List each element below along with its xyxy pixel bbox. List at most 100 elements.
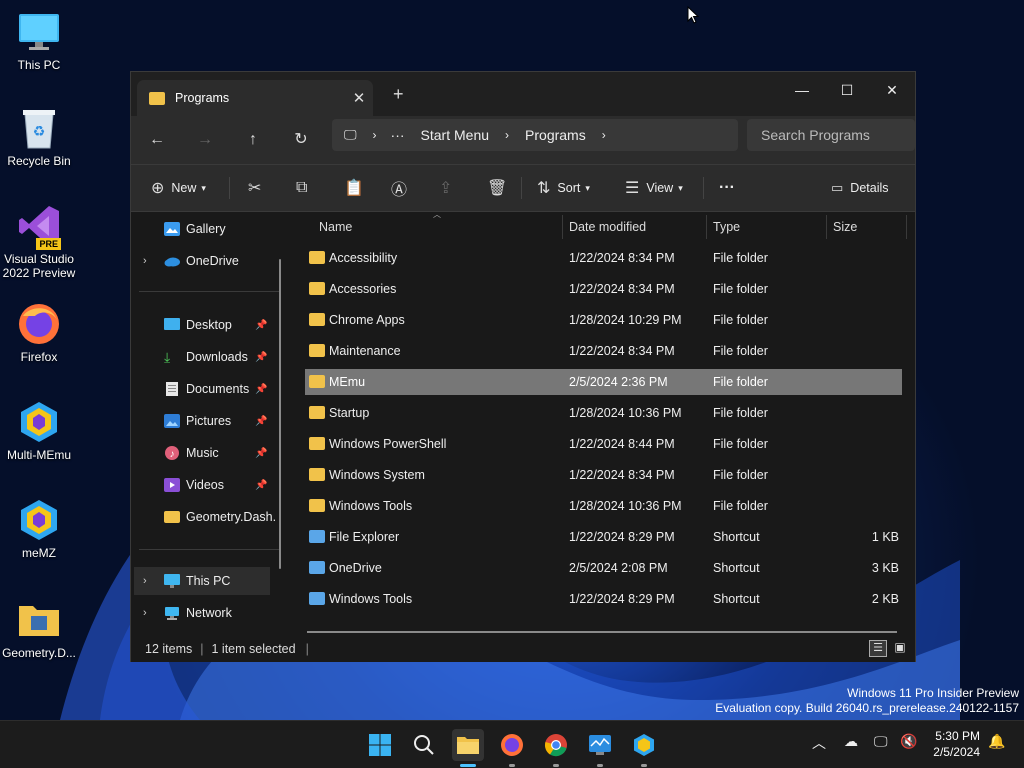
file-row[interactable]: Windows Tools 1/22/2024 8:29 PM Shortcut 2 …: [305, 586, 902, 612]
desktop-icon-geometry-dash[interactable]: Geometry.D...: [0, 598, 78, 660]
desktop-icon-firefox[interactable]: Firefox: [0, 302, 78, 364]
column-header-type[interactable]: Type: [707, 215, 827, 239]
running-indicator: [553, 764, 559, 767]
details-view-icon[interactable]: ☰: [869, 640, 887, 657]
desktop-icon-label: Firefox: [20, 350, 58, 364]
chevron-right-icon[interactable]: ›: [505, 128, 509, 142]
nav-item-this-pc[interactable]: › This PC: [134, 567, 270, 595]
file-row[interactable]: File Explorer 1/22/2024 8:29 PM Shortcut 1 …: [305, 524, 902, 550]
folder-icon: [309, 437, 325, 450]
onedrive-offline-icon[interactable]: ☁: [844, 733, 858, 750]
chevron-right-icon[interactable]: ›: [143, 255, 147, 267]
notification-bell-icon[interactable]: 🔔: [988, 733, 1005, 750]
desktop-icon-this-pc[interactable]: This PC: [0, 10, 78, 72]
file-row[interactable]: Windows Tools 1/28/2024 10:36 PM File fold…: [305, 493, 902, 519]
file-row[interactable]: OneDrive 2/5/2024 2:08 PM Shortcut 3 KB: [305, 555, 902, 581]
file-row[interactable]: Maintenance 1/22/2024 8:34 PM File folder: [305, 338, 902, 364]
nav-item-network[interactable]: › Network: [131, 599, 281, 627]
nav-label: Documents: [186, 382, 250, 396]
visual-studio-icon: PRE: [17, 204, 61, 250]
taskbar: ︿ ☁ 🖵 🔇 5:30 PM 2/5/2024 🔔: [0, 720, 1024, 768]
back-arrow-icon[interactable]: ←: [143, 126, 171, 154]
close-button[interactable]: ✕: [869, 76, 915, 104]
paste-button[interactable]: 📋: [344, 165, 371, 211]
column-header-name[interactable]: Name: [313, 215, 563, 239]
network-icon[interactable]: 🖵: [874, 733, 888, 750]
chevron-right-icon[interactable]: ›: [602, 128, 606, 142]
breadcrumb-start-menu[interactable]: Start Menu: [421, 127, 489, 143]
chevron-right-icon[interactable]: ›: [143, 607, 147, 619]
column-header-size[interactable]: Size: [827, 215, 907, 239]
breadcrumb-overflow[interactable]: ···: [391, 127, 405, 143]
view-button[interactable]: ☰ View ▾: [625, 165, 683, 211]
details-pane-button[interactable]: ▭ Details: [831, 165, 889, 211]
nav-item-videos[interactable]: Videos 📌: [131, 471, 281, 499]
pin-icon[interactable]: 📌: [255, 448, 267, 459]
start-button[interactable]: [364, 729, 396, 761]
view-list-icon: ☰: [625, 180, 640, 197]
nav-item-documents[interactable]: Documents 📌: [131, 375, 281, 403]
share-button[interactable]: ⇪: [439, 165, 459, 211]
file-row[interactable]: Windows System 1/22/2024 8:34 PM File fold…: [305, 462, 902, 488]
pin-icon[interactable]: 📌: [255, 384, 267, 395]
pin-icon[interactable]: 📌: [255, 480, 267, 491]
chrome-taskbar-button[interactable]: [540, 729, 572, 767]
cut-button[interactable]: ✂: [248, 165, 268, 211]
breadcrumb-programs[interactable]: Programs: [525, 127, 586, 143]
file-list-scrollbar[interactable]: [307, 631, 897, 633]
desktop-icon-memz[interactable]: meMZ: [0, 498, 78, 560]
volume-muted-icon[interactable]: 🔇: [900, 733, 917, 750]
sort-button[interactable]: ⇅ Sort ▾: [537, 165, 590, 211]
file-row[interactable]: Startup 1/28/2024 10:36 PM File folder: [305, 400, 902, 426]
desktop-icon-visual-studio[interactable]: PRE Visual Studio 2022 Preview: [0, 204, 78, 280]
file-row[interactable]: Windows PowerShell 1/22/2024 8:44 PM File …: [305, 431, 902, 457]
file-row[interactable]: MEmu 2/5/2024 2:36 PM File folder: [305, 369, 902, 395]
pin-icon[interactable]: 📌: [255, 320, 267, 331]
close-tab-icon[interactable]: ✕: [345, 89, 373, 107]
tiles-view-icon[interactable]: ▣: [891, 640, 909, 657]
monitor-app-taskbar-button[interactable]: [584, 729, 616, 767]
refresh-icon[interactable]: ↻: [287, 126, 315, 154]
nav-item-music[interactable]: ♪ Music 📌: [131, 439, 281, 467]
pin-icon[interactable]: 📌: [255, 352, 267, 363]
chevron-right-icon[interactable]: ›: [143, 575, 147, 587]
nav-item-onedrive[interactable]: › OneDrive: [131, 247, 281, 275]
firefox-taskbar-button[interactable]: [496, 729, 528, 767]
nav-item-gallery[interactable]: Gallery: [131, 215, 281, 243]
pin-icon[interactable]: 📌: [255, 416, 267, 427]
rename-button[interactable]: Ⓐ: [391, 165, 414, 211]
maximize-button[interactable]: ☐: [824, 76, 870, 104]
nav-item-geometry-dash[interactable]: Geometry.Dash.: [131, 503, 281, 531]
file-row[interactable]: Accessibility 1/22/2024 8:34 PM File folde…: [305, 245, 902, 271]
column-header-date[interactable]: Date modified: [563, 215, 707, 239]
nav-scrollbar[interactable]: [279, 259, 281, 569]
nav-item-desktop[interactable]: Desktop 📌: [131, 311, 281, 339]
search-input[interactable]: Search Programs: [747, 119, 915, 151]
new-button[interactable]: ⊕ New ▾: [151, 165, 206, 211]
show-hidden-icons-chevron-icon[interactable]: ︿: [812, 733, 826, 753]
file-type: File folder: [713, 406, 768, 420]
new-tab-button[interactable]: +: [393, 84, 404, 105]
see-more-button[interactable]: ···: [719, 165, 735, 211]
tab-programs[interactable]: Programs ✕: [137, 80, 373, 116]
chevron-right-icon[interactable]: ›: [373, 128, 377, 142]
file-row[interactable]: Accessories 1/22/2024 8:34 PM File folder: [305, 276, 902, 302]
delete-button[interactable]: 🗑: [487, 165, 514, 211]
address-bar[interactable]: 🖵 › ··· Start Menu › Programs ›: [332, 119, 738, 151]
minimize-button[interactable]: —: [779, 76, 825, 104]
file-type: File folder: [713, 313, 768, 327]
file-row[interactable]: Chrome Apps 1/28/2024 10:29 PM File folder: [305, 307, 902, 333]
shortcut-icon: [309, 561, 325, 574]
copy-button[interactable]: ⧉: [296, 165, 314, 211]
file-type: Shortcut: [713, 592, 760, 606]
desktop-icon-recycle-bin[interactable]: ♻ Recycle Bin: [0, 106, 78, 168]
memu-taskbar-button[interactable]: [628, 729, 660, 767]
forward-arrow-icon[interactable]: →: [191, 126, 219, 154]
file-explorer-taskbar-button[interactable]: [452, 729, 484, 767]
up-arrow-icon[interactable]: ↑: [239, 126, 267, 154]
nav-item-downloads[interactable]: ⤓ Downloads 📌: [131, 343, 281, 371]
search-button[interactable]: [408, 729, 440, 761]
nav-item-pictures[interactable]: Pictures 📌: [131, 407, 281, 435]
desktop-icon-multi-memu[interactable]: Multi-MEmu: [0, 400, 78, 462]
clock[interactable]: 5:30 PM 2/5/2024: [933, 728, 980, 760]
